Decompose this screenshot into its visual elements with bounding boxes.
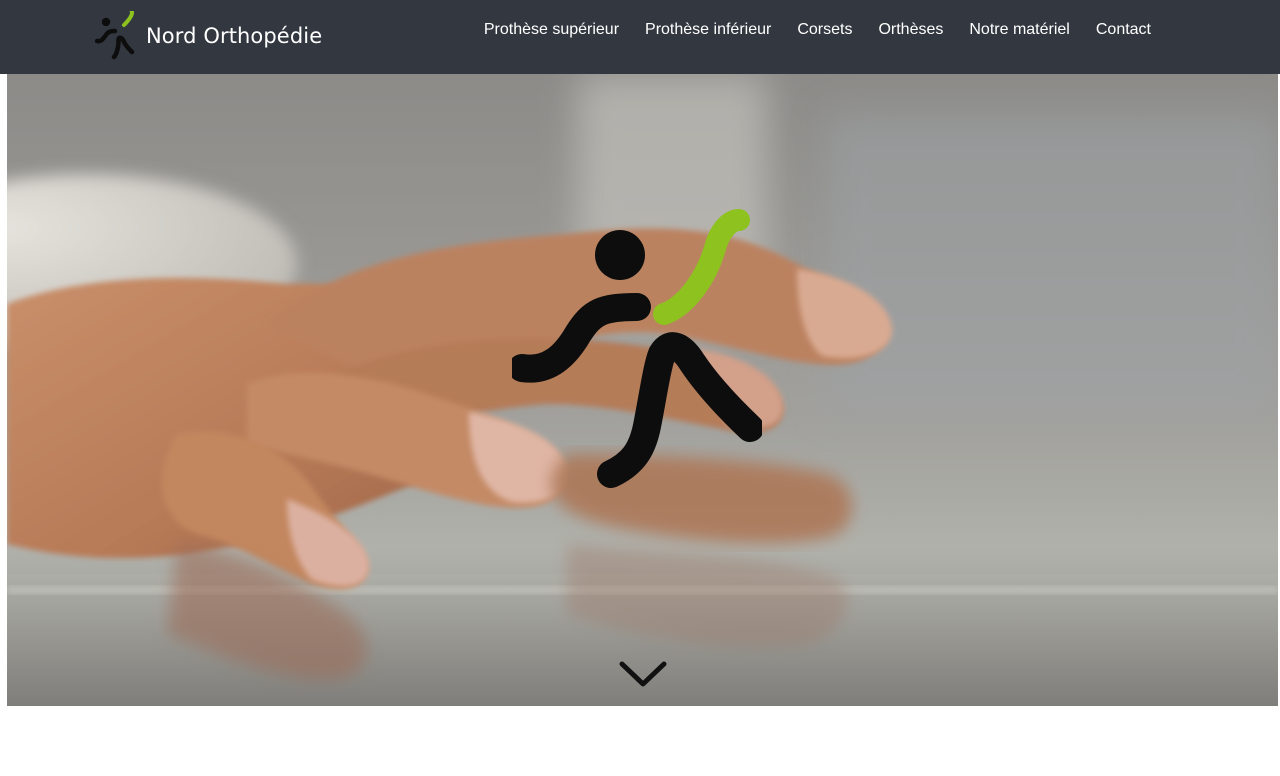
running-figure-logo-overlay bbox=[512, 209, 762, 488]
nav-item-corsets: Corsets bbox=[797, 21, 852, 39]
nav-link-prothese-inferieur[interactable]: Prothèse inférieur bbox=[645, 21, 771, 38]
nav-link-notre-materiel[interactable]: Notre matériel bbox=[969, 21, 1069, 38]
nav-item-prothese-superieur: Prothèse supérieur bbox=[484, 21, 619, 39]
nav-item-prothese-inferieur: Prothèse inférieur bbox=[645, 21, 771, 39]
nav-link-ortheses[interactable]: Orthèses bbox=[878, 21, 943, 38]
nav-link-prothese-superieur[interactable]: Prothèse supérieur bbox=[484, 21, 619, 38]
running-figure-logo-icon bbox=[94, 11, 135, 60]
navbar: Nord Orthopédie Prothèse supérieur Proth… bbox=[0, 0, 1280, 74]
main-nav: Prothèse supérieur Prothèse inférieur Co… bbox=[484, 21, 1151, 39]
nav-item-ortheses: Orthèses bbox=[878, 21, 943, 39]
brand-name: Nord Orthopédie bbox=[146, 24, 323, 48]
nav-link-corsets[interactable]: Corsets bbox=[797, 21, 852, 38]
hero-section bbox=[7, 74, 1278, 706]
brand-link[interactable]: Nord Orthopédie bbox=[94, 10, 322, 62]
nav-item-contact: Contact bbox=[1096, 21, 1151, 39]
nav-link-contact[interactable]: Contact bbox=[1096, 21, 1151, 38]
chevron-down-icon[interactable] bbox=[618, 659, 668, 693]
nav-item-notre-materiel: Notre matériel bbox=[969, 21, 1069, 39]
